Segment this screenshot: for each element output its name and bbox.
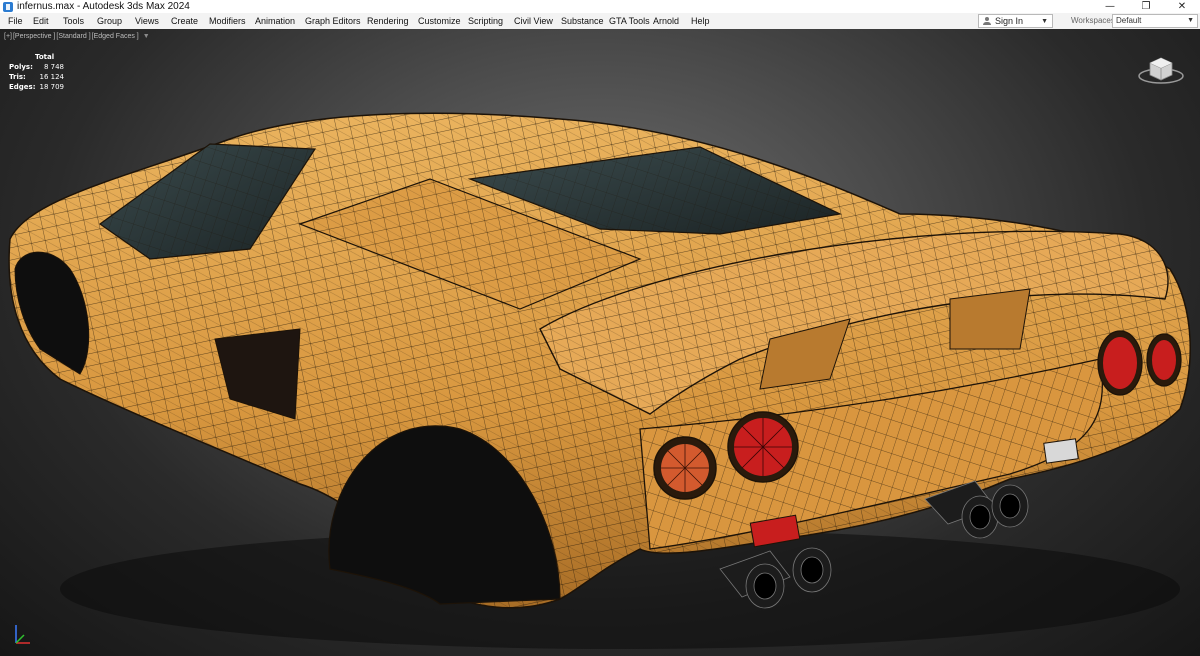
main-menu: File Edit Tools Group Views Create Modif… [0, 13, 721, 29]
stats-key: Edges: [9, 83, 36, 91]
menu-animation[interactable]: Animation [255, 13, 305, 29]
menu-gta-tools[interactable]: GTA Tools [609, 13, 653, 29]
user-icon [983, 17, 991, 25]
menu-group[interactable]: Group [97, 13, 135, 29]
viewport-menu-edged-faces[interactable]: [Edged Faces ] [92, 33, 139, 40]
close-button[interactable]: ✕ [1164, 0, 1200, 13]
window-controls: — ❐ ✕ [1092, 0, 1200, 13]
viewport-menu-shading-standard[interactable]: [Standard ] [56, 33, 90, 40]
menu-graph-editors[interactable]: Graph Editors [305, 13, 367, 29]
app-icon [3, 1, 13, 12]
menu-edit[interactable]: Edit [33, 13, 63, 29]
stats-key: Tris: [9, 73, 26, 81]
perspective-viewport[interactable]: [+] [Perspective ] [Standard ] [Edged Fa… [0, 29, 1200, 656]
sign-in-dropdown[interactable]: Sign In ▼ [978, 14, 1053, 28]
viewport-menu-perspective[interactable]: [Perspective ] [13, 33, 55, 40]
axis-tripod-icon [15, 625, 30, 644]
menu-civil-view[interactable]: Civil View [514, 13, 561, 29]
taillight-right-outer [1146, 333, 1182, 387]
chevron-down-icon: ▼ [1187, 17, 1194, 24]
menu-tools[interactable]: Tools [63, 13, 97, 29]
stats-value: 16 124 [39, 73, 65, 81]
stats-key: Polys: [9, 63, 33, 71]
menu-views[interactable]: Views [135, 13, 171, 29]
taillight-left-outer [653, 436, 717, 500]
menu-customize[interactable]: Customize [418, 13, 468, 29]
menu-modifiers[interactable]: Modifiers [209, 13, 255, 29]
menu-scripting[interactable]: Scripting [468, 13, 514, 29]
menu-substance[interactable]: Substance [561, 13, 609, 29]
viewport-menu-plus[interactable]: [+] [4, 33, 12, 40]
viewcube-icon[interactable] [1138, 51, 1184, 85]
scene-statistics: Total Polys: 8 748 Tris: 16 124 Edges: 1… [9, 52, 64, 92]
workspaces-value: Default [1116, 16, 1142, 25]
taillight-left-inner [727, 411, 799, 483]
stats-value: 8 748 [43, 63, 64, 71]
stats-row-polys: Polys: 8 748 [9, 62, 64, 72]
workspaces-select[interactable]: Default ▼ [1112, 14, 1198, 28]
menu-help[interactable]: Help [691, 13, 721, 29]
stats-value: 18 709 [39, 83, 65, 91]
car-model-render [8, 112, 1191, 649]
stats-header: Total [35, 53, 55, 61]
title-bar: infernus.max - Autodesk 3ds Max 2024 — ❐… [0, 0, 1200, 13]
stats-row-tris: Tris: 16 124 [9, 72, 64, 82]
menu-rendering[interactable]: Rendering [367, 13, 418, 29]
sign-in-label: Sign In [995, 16, 1024, 26]
menu-create[interactable]: Create [171, 13, 209, 29]
menu-arnold[interactable]: Arnold [653, 13, 691, 29]
stats-row-edges: Edges: 18 709 [9, 82, 64, 92]
restore-button[interactable]: ❐ [1128, 0, 1164, 13]
minimize-button[interactable]: — [1092, 0, 1128, 13]
plate-light [1043, 438, 1079, 464]
workspaces-label: Workspaces: [1071, 16, 1118, 25]
window-title: infernus.max - Autodesk 3ds Max 2024 [17, 1, 190, 12]
wing-strut-right [949, 288, 1031, 350]
taillight-right-inner [1097, 330, 1143, 396]
viewport-filter-icon[interactable]: ▼ [143, 33, 150, 40]
menu-file[interactable]: File [8, 13, 33, 29]
viewport-label: [+] [Perspective ] [Standard ] [Edged Fa… [4, 33, 150, 40]
chevron-down-icon: ▼ [1041, 18, 1048, 25]
